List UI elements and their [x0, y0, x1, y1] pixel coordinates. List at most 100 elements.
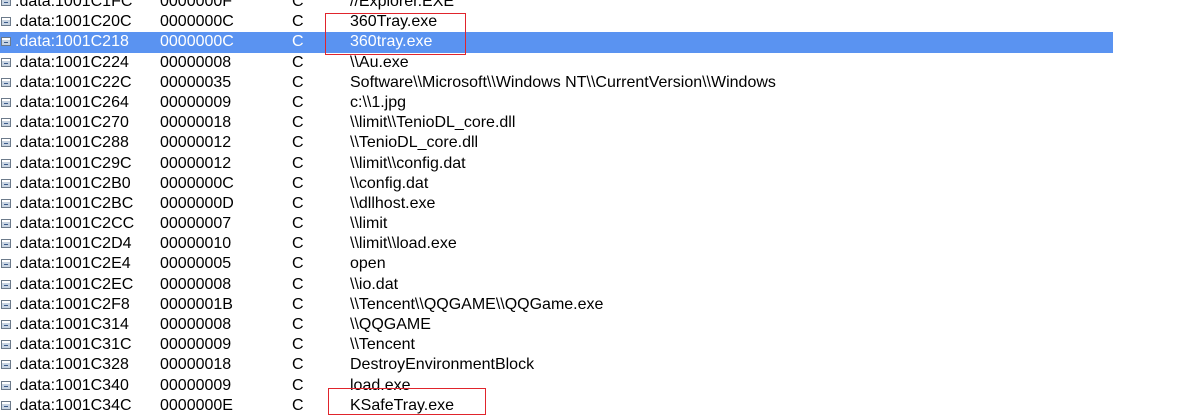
row-string: \\dllhost.exe — [350, 194, 436, 212]
row-address: .data:1001C2D4 — [15, 235, 132, 253]
row-string: \\Tencent — [350, 336, 415, 354]
row-type: C — [292, 13, 304, 31]
string-row[interactable]: .data:1001C29C 00000012 C \\limit\\confi… — [0, 154, 1200, 174]
row-length: 0000001B — [160, 295, 233, 313]
row-length: 00000005 — [160, 255, 232, 273]
row-address: .data:1001C2BC — [15, 194, 134, 212]
string-entry-icon — [1, 380, 11, 390]
row-string: 360tray.exe — [350, 33, 433, 51]
row-type: C — [292, 114, 304, 132]
row-address: .data:1001C314 — [15, 316, 129, 333]
row-address: .data:1001C288 — [15, 134, 129, 152]
row-type: C — [292, 93, 304, 111]
string-row[interactable]: .data:1001C2BC 0000000D C \\dllhost.exe — [0, 194, 1200, 214]
string-entry-icon — [1, 178, 11, 188]
string-row[interactable]: .data:1001C270 00000018 C \\limit\\Tenio… — [0, 113, 1200, 133]
row-length: 00000009 — [160, 336, 232, 354]
row-type: C — [292, 396, 304, 414]
string-entry-icon — [1, 0, 11, 6]
row-length: 00000018 — [160, 356, 232, 374]
row-length: 00000010 — [160, 235, 232, 253]
strings-list: .data:1001C1FC 0000000F C //Explorer.EXE… — [0, 0, 1200, 416]
string-entry-icon — [1, 400, 11, 410]
string-row[interactable]: .data:1001C2CC 00000007 C \\limit — [0, 214, 1200, 234]
string-row[interactable]: .data:1001C2F8 0000001B C \\Tencent\\QQG… — [0, 295, 1200, 315]
row-address: .data:1001C2B0 — [15, 174, 131, 192]
row-string: \\limit\\load.exe — [350, 235, 457, 253]
row-string: load.exe — [350, 376, 411, 394]
row-length: 00000009 — [160, 93, 232, 111]
string-row[interactable]: .data:1001C2B0 0000000C C \\config.dat — [0, 174, 1200, 194]
row-type: C — [292, 0, 304, 10]
row-type: C — [292, 73, 304, 91]
string-entry-icon — [1, 320, 11, 329]
row-string: 360Tray.exe — [350, 13, 438, 31]
string-row-selected[interactable]: .data:1001C218 0000000C C 360tray.exe — [0, 32, 1200, 53]
string-row[interactable]: .data:1001C340 00000009 C load.exe — [0, 376, 1200, 396]
row-type: C — [292, 33, 304, 51]
row-type: C — [292, 53, 304, 71]
row-type: C — [292, 194, 304, 212]
row-string: \\TenioDL_core.dll — [350, 134, 479, 152]
row-address: .data:1001C224 — [15, 53, 129, 71]
row-address: .data:1001C328 — [15, 356, 129, 374]
string-row[interactable]: .data:1001C2E4 00000005 C open — [0, 254, 1200, 274]
string-row[interactable]: .data:1001C34C 0000000E C KSafeTray.exe — [0, 396, 1200, 416]
row-address: .data:1001C270 — [15, 114, 129, 132]
row-length: 00000008 — [160, 275, 232, 293]
string-row[interactable]: .data:1001C224 00000008 C \\Au.exe — [0, 53, 1200, 73]
row-length: 00000009 — [160, 376, 232, 394]
string-entry-icon — [1, 138, 11, 148]
row-type: C — [292, 336, 304, 354]
string-entry-icon — [1, 158, 11, 168]
string-entry-icon — [1, 360, 11, 370]
row-string: c:\\1.jpg — [350, 93, 407, 111]
row-length: 0000000C — [160, 13, 234, 31]
row-string: \\Au.exe — [350, 53, 409, 71]
row-address: .data:1001C22C — [15, 73, 132, 91]
row-string: \\limit — [350, 215, 388, 233]
string-row[interactable]: .data:1001C2EC 00000008 C \\io.dat — [0, 275, 1200, 295]
row-address: .data:1001C29C — [15, 154, 132, 172]
row-length: 00000035 — [160, 73, 232, 91]
string-row[interactable]: .data:1001C31C 00000009 C \\Tencent — [0, 335, 1200, 355]
row-type: C — [292, 215, 304, 233]
string-entry-icon — [1, 259, 11, 269]
string-row[interactable]: .data:1001C264 00000009 C c:\\1.jpg — [0, 93, 1200, 113]
string-entry-icon — [1, 198, 11, 208]
row-type: C — [292, 275, 304, 293]
row-string: \\config.dat — [350, 174, 429, 192]
row-type: C — [292, 376, 304, 394]
row-address: .data:1001C34C — [15, 396, 132, 414]
row-address: .data:1001C2EC — [15, 275, 134, 293]
row-string: \\limit\\config.dat — [350, 154, 466, 172]
row-type: C — [292, 295, 304, 313]
row-length: 00000012 — [160, 154, 232, 172]
string-entry-icon — [1, 239, 11, 249]
row-string: \\limit\\TenioDL_core.dll — [350, 114, 516, 132]
string-row[interactable]: .data:1001C22C 00000035 C Software\\Micr… — [0, 73, 1200, 93]
row-type: C — [292, 356, 304, 374]
string-entry-icon — [1, 77, 11, 87]
string-entry-icon — [1, 37, 11, 47]
string-row[interactable]: .data:1001C328 00000018 C DestroyEnviron… — [0, 355, 1200, 375]
string-row[interactable]: .data:1001C314 00000008 C \\QQGAME — [0, 315, 1200, 335]
string-entry-icon — [1, 279, 11, 289]
string-row[interactable]: .data:1001C2D4 00000010 C \\limit\\load.… — [0, 234, 1200, 254]
row-address: .data:1001C218 — [15, 33, 129, 51]
string-row[interactable]: .data:1001C1FC 0000000F C //Explorer.EXE — [0, 0, 1200, 12]
row-length: 0000000D — [160, 194, 234, 212]
row-type: C — [292, 255, 304, 273]
row-string: open — [350, 255, 386, 273]
row-type: C — [292, 174, 304, 192]
string-entry-icon — [1, 97, 11, 107]
string-row[interactable]: .data:1001C288 00000012 C \\TenioDL_core… — [0, 133, 1200, 153]
row-type: C — [292, 134, 304, 152]
row-string: DestroyEnvironmentBlock — [350, 356, 535, 374]
row-string: \\io.dat — [350, 275, 399, 293]
row-address: .data:1001C264 — [15, 93, 129, 111]
row-type: C — [292, 154, 304, 172]
string-row[interactable]: .data:1001C20C 0000000C C 360Tray.exe — [0, 12, 1200, 32]
row-address: .data:1001C1FC — [15, 0, 133, 10]
row-type: C — [292, 235, 304, 253]
